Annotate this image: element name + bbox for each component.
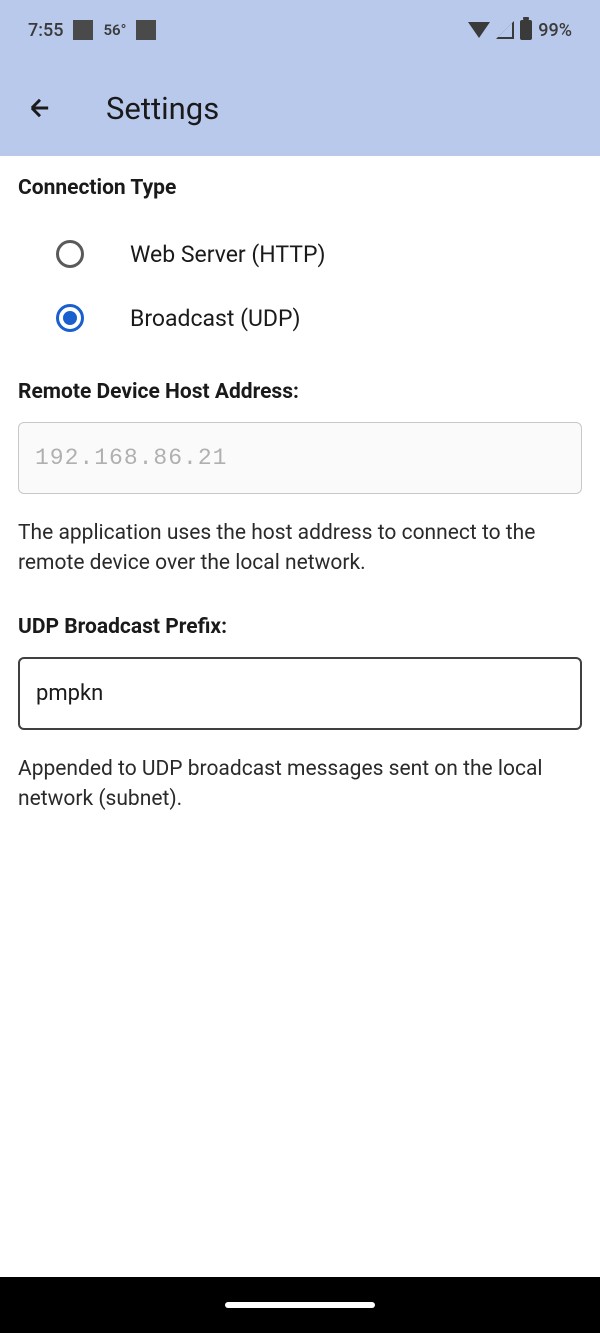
radio-selected-icon: [56, 304, 84, 332]
host-address-input[interactable]: [18, 422, 582, 494]
page-title: Settings: [106, 90, 219, 127]
radio-option-http[interactable]: Web Server (HTTP): [18, 222, 582, 286]
battery-icon: [520, 20, 532, 40]
udp-prefix-label: UDP Broadcast Prefix:: [18, 615, 582, 639]
status-bar: 7:55 56° 99%: [0, 0, 600, 60]
battery-percentage: 99%: [538, 20, 572, 41]
radio-icon: [56, 240, 84, 268]
arrow-left-icon: [26, 94, 54, 122]
notification-icon: [136, 20, 156, 40]
app-header: Settings: [0, 60, 600, 156]
connection-type-label: Connection Type: [18, 176, 582, 200]
signal-icon: [496, 21, 514, 39]
status-right: 99%: [468, 20, 572, 41]
wifi-icon: [468, 22, 490, 38]
radio-label-http: Web Server (HTTP): [130, 241, 326, 268]
notification-icon: [73, 20, 93, 40]
host-address-helper: The application uses the host address to…: [18, 518, 582, 579]
radio-label-udp: Broadcast (UDP): [130, 305, 301, 332]
udp-prefix-input[interactable]: [18, 657, 582, 730]
navigation-bar: [0, 1277, 600, 1333]
radio-option-udp[interactable]: Broadcast (UDP): [18, 286, 582, 350]
settings-content: Connection Type Web Server (HTTP) Broadc…: [0, 156, 600, 871]
home-indicator[interactable]: [225, 1302, 375, 1308]
back-button[interactable]: [22, 90, 58, 126]
udp-prefix-helper: Appended to UDP broadcast messages sent …: [18, 754, 582, 815]
status-left: 7:55 56°: [28, 20, 156, 41]
status-temperature: 56°: [103, 21, 126, 39]
host-address-label: Remote Device Host Address:: [18, 380, 582, 404]
connection-type-group: Web Server (HTTP) Broadcast (UDP): [18, 222, 582, 350]
status-time: 7:55: [28, 20, 63, 41]
